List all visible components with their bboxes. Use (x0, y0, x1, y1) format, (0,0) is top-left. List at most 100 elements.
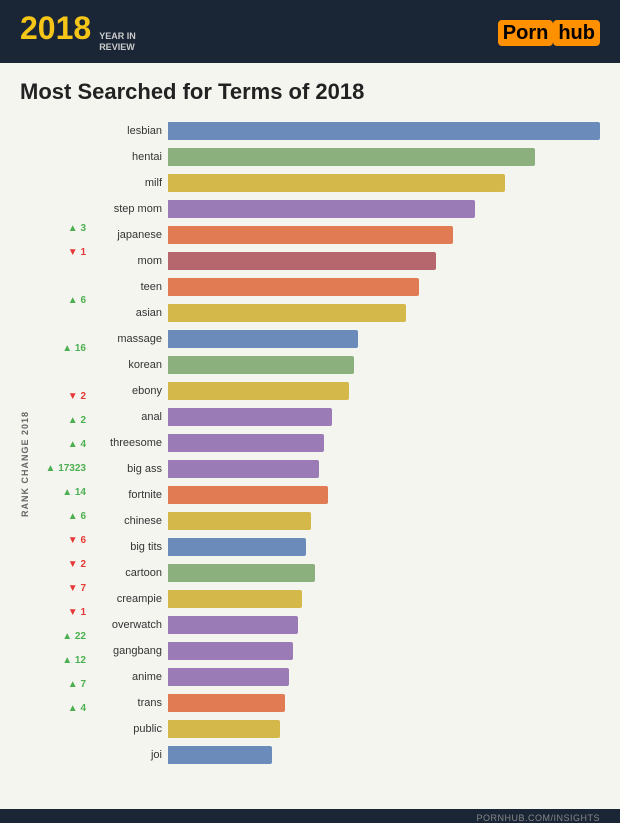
bar-row: fortnite (90, 483, 600, 507)
bar-container (168, 252, 600, 270)
bar-row: teen (90, 275, 600, 299)
change-cell (34, 169, 90, 193)
term-label: overwatch (90, 619, 168, 631)
change-cell: 1 (34, 241, 90, 265)
bar-row: big ass (90, 457, 600, 481)
bar-container (168, 382, 600, 400)
header: 2018 YEAR IN REVIEW Pornhub (0, 0, 620, 63)
term-label: anime (90, 671, 168, 683)
logo-text: Porn (498, 20, 554, 46)
bar (168, 642, 293, 660)
bar-container (168, 642, 600, 660)
change-cell (34, 361, 90, 385)
bar-row: hentai (90, 145, 600, 169)
bar-row: threesome (90, 431, 600, 455)
bar-row: mom (90, 249, 600, 273)
rank-up: 14 (62, 487, 86, 498)
change-cell: 12 (34, 649, 90, 673)
term-label: creampie (90, 593, 168, 605)
bar (168, 512, 311, 530)
term-label: chinese (90, 515, 168, 527)
rank-down: 2 (68, 391, 86, 402)
term-label: joi (90, 749, 168, 761)
bar (168, 330, 358, 348)
bar (168, 382, 349, 400)
rank-up: 6 (68, 295, 86, 306)
rank-up: 22 (62, 631, 86, 642)
bar-container (168, 304, 600, 322)
bar-container (168, 746, 600, 764)
main-content: Most Searched for Terms of 2018 RANK CHA… (0, 63, 620, 809)
bar-row: joi (90, 743, 600, 767)
term-label: milf (90, 177, 168, 189)
bar (168, 564, 315, 582)
rank-up: 2 (68, 415, 86, 426)
change-cell: 16 (34, 337, 90, 361)
bar (168, 278, 419, 296)
bar-row: big tits (90, 535, 600, 559)
term-label: ebony (90, 385, 168, 397)
change-cell (34, 193, 90, 217)
bar (168, 460, 319, 478)
bar-row: milf (90, 171, 600, 195)
term-label: anal (90, 411, 168, 423)
bar (168, 746, 272, 764)
rank-up: 7 (68, 679, 86, 690)
bar-row: chinese (90, 509, 600, 533)
bar-row: cartoon (90, 561, 600, 585)
bar-row: overwatch (90, 613, 600, 637)
bar-container (168, 590, 600, 608)
rank-down: 1 (68, 247, 86, 258)
bar (168, 148, 535, 166)
term-label: lesbian (90, 125, 168, 137)
bar-container (168, 174, 600, 192)
change-cell (34, 145, 90, 169)
page-title: Most Searched for Terms of 2018 (20, 79, 600, 105)
change-cell: 1 (34, 601, 90, 625)
bar (168, 174, 505, 192)
bar-container (168, 226, 600, 244)
rank-down: 2 (68, 559, 86, 570)
rank-down: 1 (68, 607, 86, 618)
year-subtitle: YEAR IN REVIEW (99, 31, 136, 53)
change-cell: 4 (34, 697, 90, 721)
bar (168, 226, 453, 244)
term-label: japanese (90, 229, 168, 241)
term-label: big tits (90, 541, 168, 553)
bar (168, 200, 475, 218)
term-label: trans (90, 697, 168, 709)
term-label: teen (90, 281, 168, 293)
rank-up: 6 (68, 511, 86, 522)
change-cell: 2 (34, 385, 90, 409)
change-cell: 6 (34, 529, 90, 553)
bar (168, 356, 354, 374)
bar-container (168, 330, 600, 348)
bar-row: korean (90, 353, 600, 377)
bar-container (168, 512, 600, 530)
change-cell (34, 265, 90, 289)
rank-change-label: RANK CHANGE 2018 (20, 411, 30, 517)
bar-row: step mom (90, 197, 600, 221)
bar-container (168, 200, 600, 218)
bar-container (168, 694, 600, 712)
bar-row: lesbian (90, 119, 600, 143)
term-label: hentai (90, 151, 168, 163)
term-label: fortnite (90, 489, 168, 501)
bar (168, 304, 406, 322)
change-cell: 7 (34, 577, 90, 601)
bar (168, 616, 298, 634)
term-label: threesome (90, 437, 168, 449)
term-label: gangbang (90, 645, 168, 657)
rank-up: 3 (68, 223, 86, 234)
change-column: 31616224173231466271221274 (34, 119, 90, 809)
bar-container (168, 538, 600, 556)
rank-up: 4 (68, 703, 86, 714)
footer-url: PORNHUB.COM/INSIGHTS (20, 809, 600, 823)
term-label: mom (90, 255, 168, 267)
year-badge: 2018 YEAR IN REVIEW (20, 12, 136, 53)
logo-highlight: hub (553, 20, 600, 46)
change-cell: 22 (34, 625, 90, 649)
change-cell: 3 (34, 217, 90, 241)
change-cell: 7 (34, 673, 90, 697)
bar-row: japanese (90, 223, 600, 247)
